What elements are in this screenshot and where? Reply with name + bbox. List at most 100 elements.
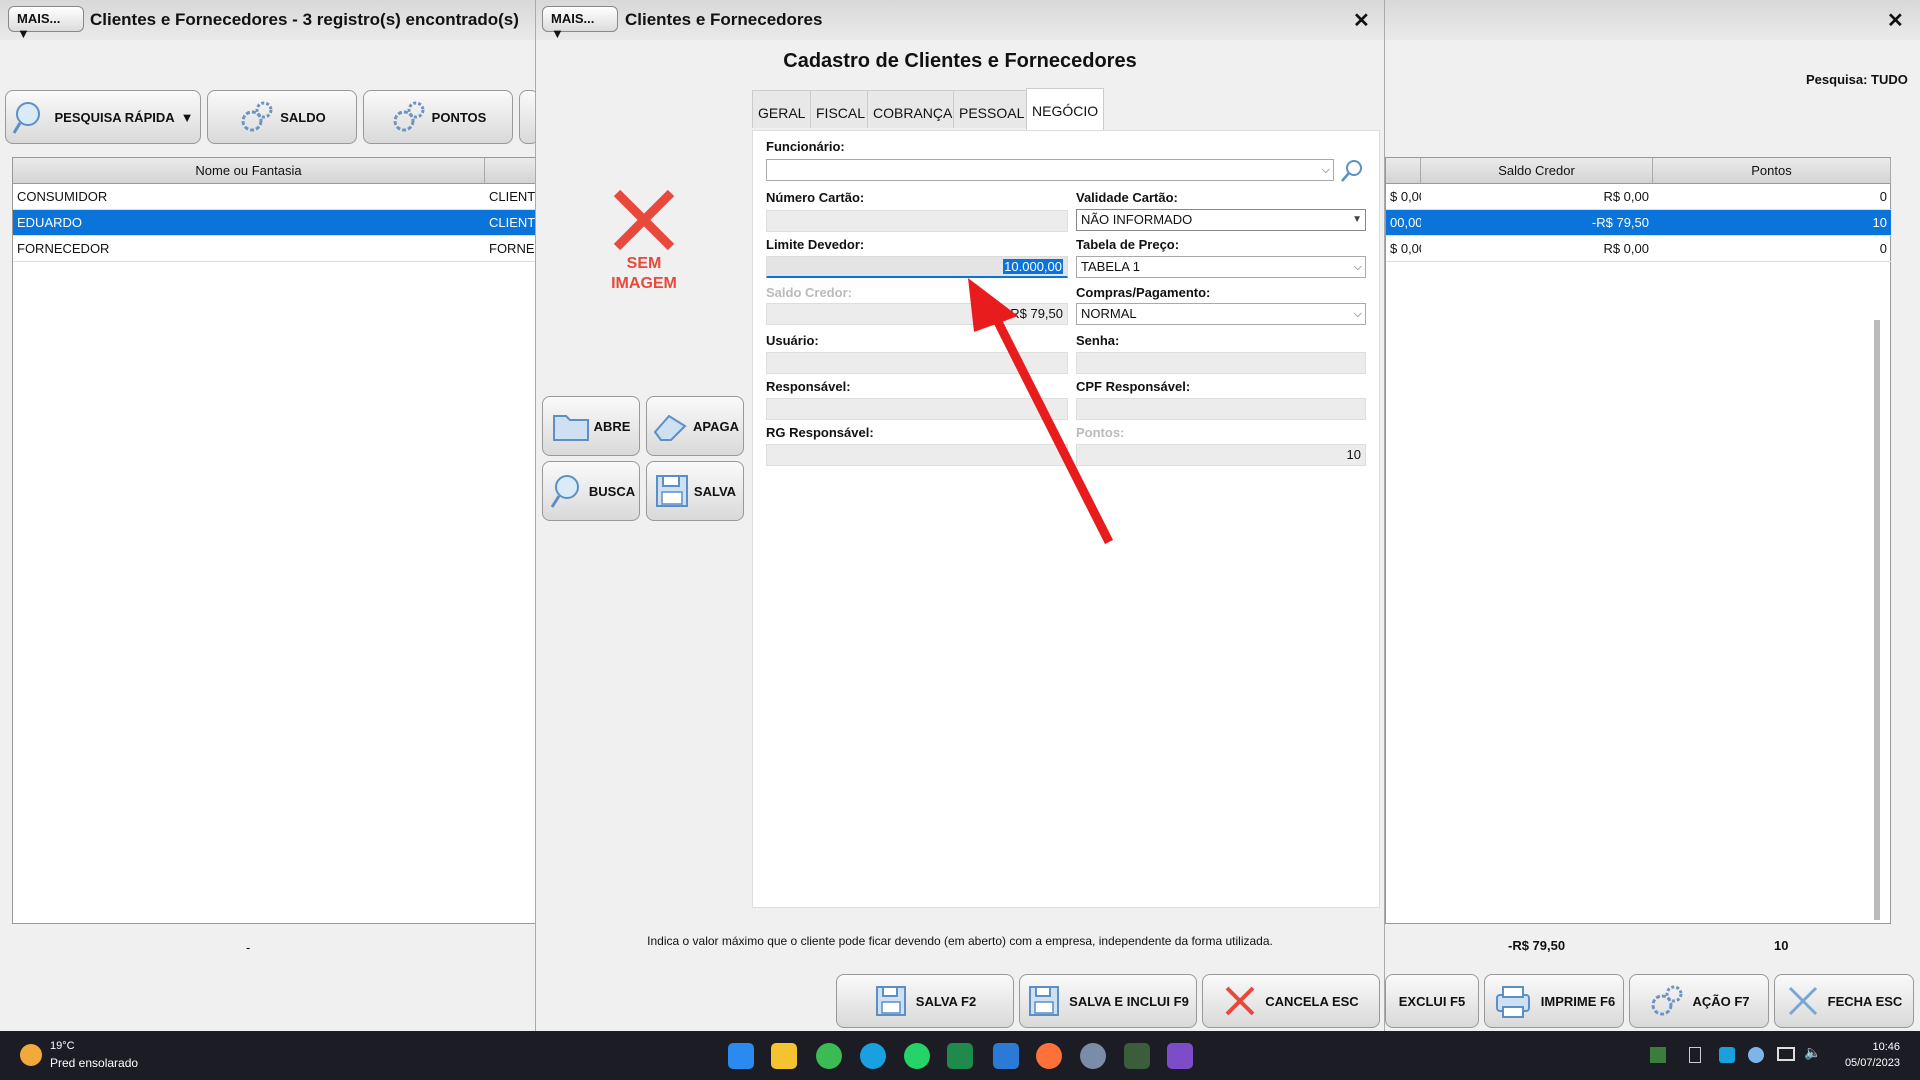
validade-value: NÃO INFORMADO <box>1081 212 1193 227</box>
fecha-button[interactable]: FECHA ESC <box>1774 974 1914 1028</box>
tab-pessoal[interactable]: PESSOAL <box>953 90 1031 128</box>
dialog-mais-button[interactable]: MAIS... ▼ <box>542 6 618 41</box>
table-cell[interactable]: CLIENTE <box>485 210 537 236</box>
no-image-label: SEM IMAGEM <box>611 255 677 292</box>
clients-grid-left: Nome ou Fantasia CONSUMIDOR CLIENTE EDUA… <box>12 157 537 924</box>
table-cell[interactable]: -R$ 79,50 <box>1421 210 1653 236</box>
pesquisa-rapida-button[interactable]: PESQUISA RÁPIDA ▼ <box>5 90 201 144</box>
mail-icon[interactable] <box>993 1043 1019 1069</box>
apaga-button[interactable]: APAGA <box>646 396 744 456</box>
funcionario-select[interactable]: ⌵ <box>766 159 1334 181</box>
pesquisa-label: PESQUISA RÁPIDA <box>54 109 175 125</box>
salva-f2-button[interactable]: SALVA F2 <box>836 974 1014 1028</box>
table-cell[interactable]: R$ 0,00 <box>1421 236 1653 262</box>
weather-sun-icon[interactable] <box>20 1044 42 1066</box>
saldo-button[interactable]: SALDO <box>207 90 357 144</box>
saldo-credor-label: Saldo Credor: <box>766 285 852 300</box>
tabela-preco-label: Tabela de Preço: <box>1076 237 1180 252</box>
table-cell[interactable]: 10 <box>1653 210 1891 236</box>
column-header-nome[interactable]: Nome ou Fantasia <box>13 158 485 184</box>
volume-icon[interactable]: 🔈 <box>1804 1044 1821 1061</box>
numero-cartao-label: Número Cartão: <box>766 190 865 205</box>
exclui-button[interactable]: EXCLUI F5 <box>1385 974 1479 1028</box>
busca-button[interactable]: BUSCA <box>542 461 640 521</box>
fecha-label: FECHA ESC <box>1827 993 1903 1009</box>
table-cell[interactable]: FORNECEDOR <box>485 236 537 262</box>
dialog-title: Clientes e Fornecedores <box>625 10 823 29</box>
table-cell[interactable]: CLIENTE <box>485 184 537 210</box>
dialog-close-icon[interactable]: ✕ <box>1353 8 1370 33</box>
edge-icon[interactable] <box>860 1043 886 1069</box>
whatsapp-icon[interactable] <box>904 1043 930 1069</box>
table-cell[interactable]: $ 0,00 <box>1386 184 1421 210</box>
table-cell[interactable]: 0 <box>1653 184 1891 210</box>
annotation-arrow <box>968 278 1114 545</box>
cadastro-dialog: MAIS... ▼ Clientes e Fornecedores ✕ Cada… <box>535 0 1385 1031</box>
table-row[interactable]: EDUARDO <box>13 210 485 236</box>
abre-button[interactable]: ABRE <box>542 396 640 456</box>
clock-time[interactable]: 10:46 <box>1860 1041 1900 1053</box>
acao-label: AÇÃO F7 <box>1692 993 1750 1009</box>
table-cell[interactable]: R$ 0,00 <box>1421 184 1653 210</box>
tab-geral[interactable]: GERAL <box>752 90 812 128</box>
app-icon[interactable] <box>1124 1043 1150 1069</box>
search-icon[interactable] <box>1339 158 1365 184</box>
pontos-button[interactable]: PONTOS <box>363 90 513 144</box>
tab-negocio[interactable]: NEGÓCIO <box>1026 88 1105 132</box>
table-cell[interactable]: $ 0,00 <box>1386 236 1421 262</box>
folder-icon <box>552 415 589 441</box>
scrollbar[interactable] <box>1874 320 1880 920</box>
video-app-icon[interactable] <box>1167 1043 1193 1069</box>
column-header-pontos[interactable]: Pontos <box>1653 158 1891 184</box>
gear-icon <box>393 101 425 132</box>
tray-icon[interactable] <box>1650 1047 1666 1063</box>
cancel-x-icon <box>1225 986 1255 1016</box>
imprime-button[interactable]: IMPRIME F6 <box>1484 974 1624 1028</box>
numero-cartao-field[interactable] <box>766 210 1068 232</box>
pesquisa-label: Pesquisa: TUDO <box>1806 72 1908 87</box>
chevron-down-icon: ⌵ <box>1353 261 1362 273</box>
footer-pontos: 10 <box>1774 938 1789 953</box>
apaga-label: APAGA <box>693 418 739 434</box>
floppy-disk-icon <box>1029 986 1060 1016</box>
tab-fiscal[interactable]: FISCAL <box>810 90 872 128</box>
salva-label: SALVA <box>693 483 737 499</box>
weather-temp[interactable]: 19°C <box>50 1040 75 1052</box>
acao-button[interactable]: AÇÃO F7 <box>1629 974 1769 1028</box>
search-icon <box>550 475 579 508</box>
tab-cobranca[interactable]: COBRANÇA <box>867 90 959 128</box>
settings-gear-icon[interactable] <box>1080 1043 1106 1069</box>
spreadsheet-icon[interactable] <box>947 1043 973 1069</box>
salva-inclui-button[interactable]: SALVA E INCLUI F9 <box>1019 974 1197 1028</box>
main-mais-button[interactable]: MAIS... ▼ <box>8 6 84 41</box>
cancela-button[interactable]: CANCELA ESC <box>1202 974 1380 1028</box>
column-header-prev[interactable] <box>1386 158 1421 184</box>
chrome-icon[interactable] <box>816 1043 842 1069</box>
mais-label: MAIS... <box>17 11 61 26</box>
pontos-label: PONTOS <box>431 109 487 125</box>
clients-grid-right: Saldo Credor Pontos $ 0,00 R$ 0,00 0 00,… <box>1385 157 1891 924</box>
column-header-tipo[interactable] <box>485 158 537 184</box>
chevron-down-icon: ⌵ <box>1353 308 1362 320</box>
file-explorer-icon[interactable] <box>771 1043 797 1069</box>
table-row[interactable]: FORNECEDOR <box>13 236 485 262</box>
column-header-saldo[interactable]: Saldo Credor <box>1421 158 1653 184</box>
table-cell[interactable]: 0 <box>1653 236 1891 262</box>
validade-cartao-label: Validade Cartão: <box>1076 190 1178 205</box>
salva-button[interactable]: SALVA <box>646 461 744 521</box>
search-icon <box>13 102 41 134</box>
cloud-icon[interactable] <box>1748 1047 1764 1063</box>
windows-start-icon[interactable] <box>728 1043 754 1069</box>
validade-cartao-select[interactable]: NÃO INFORMADO ▼ <box>1076 209 1366 231</box>
weather-desc[interactable]: Pred ensolarado <box>50 1056 138 1070</box>
main-close-icon[interactable]: ✕ <box>1887 8 1904 33</box>
firefox-icon[interactable] <box>1036 1043 1062 1069</box>
security-icon[interactable] <box>1719 1047 1735 1063</box>
usb-icon[interactable] <box>1689 1047 1701 1063</box>
table-row[interactable]: CONSUMIDOR <box>13 184 485 210</box>
mais-label: MAIS... <box>551 11 595 26</box>
close-icon <box>1788 986 1817 1016</box>
clock-date[interactable]: 05/07/2023 <box>1830 1057 1900 1069</box>
network-icon[interactable] <box>1777 1047 1795 1061</box>
table-cell[interactable]: 00,00 <box>1386 210 1421 236</box>
